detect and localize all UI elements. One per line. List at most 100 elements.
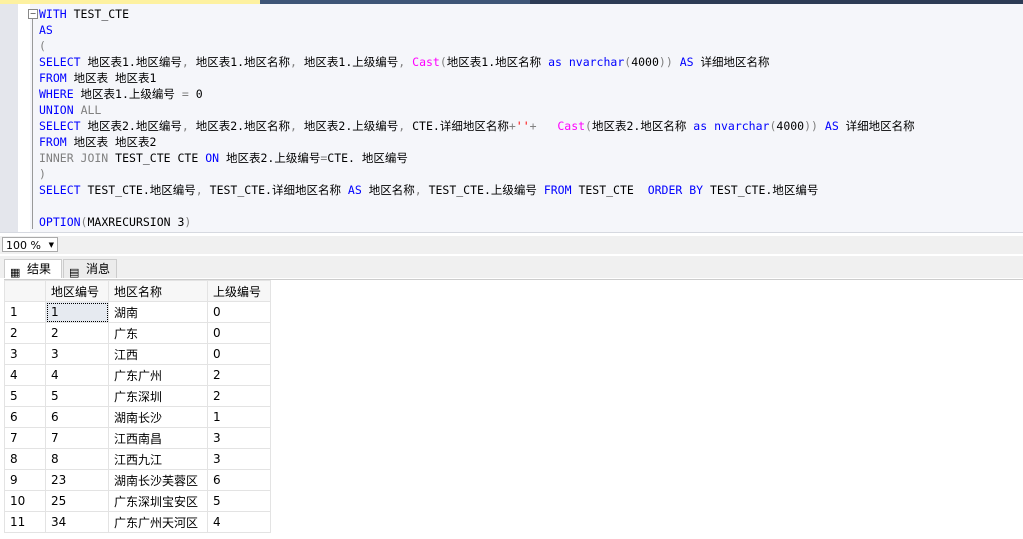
- table-cell[interactable]: 1: [207, 406, 271, 428]
- table-row[interactable]: 9 23 湖南长沙芙蓉区 6: [4, 469, 271, 491]
- sql-token: 地区表2.上级编号: [219, 151, 321, 165]
- table-row[interactable]: 6 6 湖南长沙 1: [4, 406, 271, 428]
- sql-token: TEST_CTE: [66, 7, 130, 21]
- code-line[interactable]: [39, 198, 915, 214]
- table-cell[interactable]: 7: [45, 427, 109, 449]
- results-grid[interactable]: 地区编号 地区名称 上级编号 1 1 湖南 0 2 2 广东 0 3 3 江西 0 4 4 广东广州 2 5 5 广…: [4, 279, 1023, 539]
- table-cell[interactable]: 23: [45, 469, 109, 491]
- table-cell[interactable]: 6: [207, 469, 271, 491]
- sql-keyword: as: [548, 55, 562, 69]
- table-cell[interactable]: 0: [207, 301, 271, 323]
- table-cell[interactable]: 江西九江: [108, 448, 208, 470]
- sql-keyword: as: [693, 119, 708, 133]
- code-line[interactable]: AS: [39, 22, 915, 38]
- query-editor[interactable]: − WITH TEST_CTE AS(SELECT 地区表1.地区编号, 地区表1…: [0, 4, 1023, 233]
- code-line[interactable]: WHERE 地区表1.上级编号 = 0: [39, 86, 915, 102]
- sql-keyword: AS: [679, 55, 694, 69]
- sql-token: 地区表2.地区名称: [591, 119, 694, 133]
- sql-token: 详细地区名称: [838, 119, 915, 133]
- table-cell[interactable]: 5: [45, 385, 109, 407]
- column-header[interactable]: 上级编号: [207, 280, 271, 302]
- table-cell[interactable]: 0: [207, 343, 271, 365]
- table-row[interactable]: 4 4 广东广州 2: [4, 364, 271, 386]
- row-number: 3: [4, 343, 46, 365]
- sql-token: ,: [290, 55, 297, 69]
- code-line[interactable]: UNION ALL: [39, 102, 915, 118]
- sql-token: 地区表 地区表2: [66, 135, 157, 149]
- code-line[interactable]: FROM 地区表 地区表1: [39, 70, 915, 86]
- table-cell[interactable]: 2: [45, 322, 109, 344]
- table-row[interactable]: 7 7 江西南昌 3: [4, 427, 271, 449]
- table-cell[interactable]: 4: [45, 364, 109, 386]
- table-cell[interactable]: 广东深圳: [108, 385, 208, 407]
- table-cell[interactable]: 湖南: [108, 301, 208, 323]
- row-number: 7: [4, 427, 46, 449]
- table-cell[interactable]: 江西: [108, 343, 208, 365]
- table-cell[interactable]: 8: [45, 448, 109, 470]
- table-cell[interactable]: 湖南长沙: [108, 406, 208, 428]
- table-row[interactable]: 3 3 江西 0: [4, 343, 271, 365]
- results-tabs: ▦ 结果 ▤ 消息: [0, 256, 1023, 279]
- table-cell[interactable]: 2: [207, 385, 271, 407]
- table-cell[interactable]: 6: [45, 406, 109, 428]
- sql-token: 0: [188, 87, 203, 101]
- table-cell[interactable]: 广东深圳宝安区: [108, 490, 208, 512]
- table-cell[interactable]: 34: [45, 511, 109, 533]
- code-line[interactable]: INNER JOIN TEST_CTE CTE ON 地区表2.上级编号=CTE…: [39, 150, 915, 166]
- sql-token: =: [181, 87, 189, 101]
- sql-token: 地区表1.上级编号: [296, 55, 399, 69]
- sql-token: )): [804, 119, 818, 133]
- table-row[interactable]: 5 5 广东深圳 2: [4, 385, 271, 407]
- sql-token: ,: [195, 183, 203, 197]
- row-number: 8: [4, 448, 46, 470]
- table-cell[interactable]: 3: [207, 427, 271, 449]
- table-cell[interactable]: 1: [45, 301, 109, 323]
- code-line[interactable]: ): [39, 166, 915, 182]
- sql-token: (: [439, 55, 447, 69]
- sql-code[interactable]: WITH TEST_CTE AS(SELECT 地区表1.地区编号, 地区表1.地…: [39, 6, 915, 230]
- sql-token: CTE. 地区编号: [327, 151, 408, 165]
- sql-keyword: UNION: [39, 103, 74, 117]
- table-cell[interactable]: 广东广州天河区: [108, 511, 208, 533]
- table-cell[interactable]: 3: [45, 343, 109, 365]
- table-cell[interactable]: 0: [207, 322, 271, 344]
- table-row[interactable]: 8 8 江西九江 3: [4, 448, 271, 470]
- table-row[interactable]: 10 25 广东深圳宝安区 5: [4, 490, 271, 512]
- tab-results[interactable]: ▦ 结果: [4, 259, 62, 279]
- code-line[interactable]: SELECT 地区表1.地区编号, 地区表1.地区名称, 地区表1.上级编号, …: [39, 54, 915, 70]
- sql-token: (: [585, 119, 592, 133]
- table-cell[interactable]: 4: [207, 511, 271, 533]
- code-line[interactable]: FROM 地区表 地区表2: [39, 134, 915, 150]
- table-cell[interactable]: 2: [207, 364, 271, 386]
- table-cell[interactable]: 25: [45, 490, 109, 512]
- collapse-icon[interactable]: −: [28, 9, 38, 19]
- table-row[interactable]: 11 34 广东广州天河区 4: [4, 511, 271, 533]
- table-cell[interactable]: 5: [207, 490, 271, 512]
- code-line[interactable]: (: [39, 38, 915, 54]
- editor-margin: [0, 4, 18, 232]
- table-row[interactable]: 1 1 湖南 0: [4, 301, 271, 323]
- table-cell[interactable]: 广东: [108, 322, 208, 344]
- table-row[interactable]: 2 2 广东 0: [4, 322, 271, 344]
- table-cell[interactable]: 3: [207, 448, 271, 470]
- code-line[interactable]: SELECT TEST_CTE.地区编号, TEST_CTE.详细地区名称 AS…: [39, 182, 915, 198]
- zoom-select[interactable]: 100 % ▼: [2, 237, 58, 252]
- sql-token: INNER JOIN: [39, 151, 109, 165]
- row-number: 9: [4, 469, 46, 491]
- sql-keyword: FROM: [39, 135, 67, 149]
- code-line[interactable]: WITH TEST_CTE: [39, 6, 915, 22]
- code-line[interactable]: SELECT 地区表2.地区编号, 地区表2.地区名称, 地区表2.上级编号, …: [39, 118, 915, 134]
- table-cell[interactable]: 广东广州: [108, 364, 208, 386]
- tab-messages[interactable]: ▤ 消息: [63, 259, 117, 279]
- table-cell[interactable]: 江西南昌: [108, 427, 208, 449]
- outline-line: [32, 19, 33, 229]
- column-header[interactable]: 地区名称: [108, 280, 208, 302]
- sql-token: ): [184, 215, 192, 229]
- column-header[interactable]: 地区编号: [45, 280, 109, 302]
- row-number: 1: [4, 301, 46, 323]
- tab-label: 消息: [86, 262, 111, 276]
- table-cell[interactable]: 湖南长沙芙蓉区: [108, 469, 208, 491]
- code-line[interactable]: OPTION(MAXRECURSION 3): [39, 214, 915, 230]
- sql-keyword: SELECT: [39, 183, 81, 197]
